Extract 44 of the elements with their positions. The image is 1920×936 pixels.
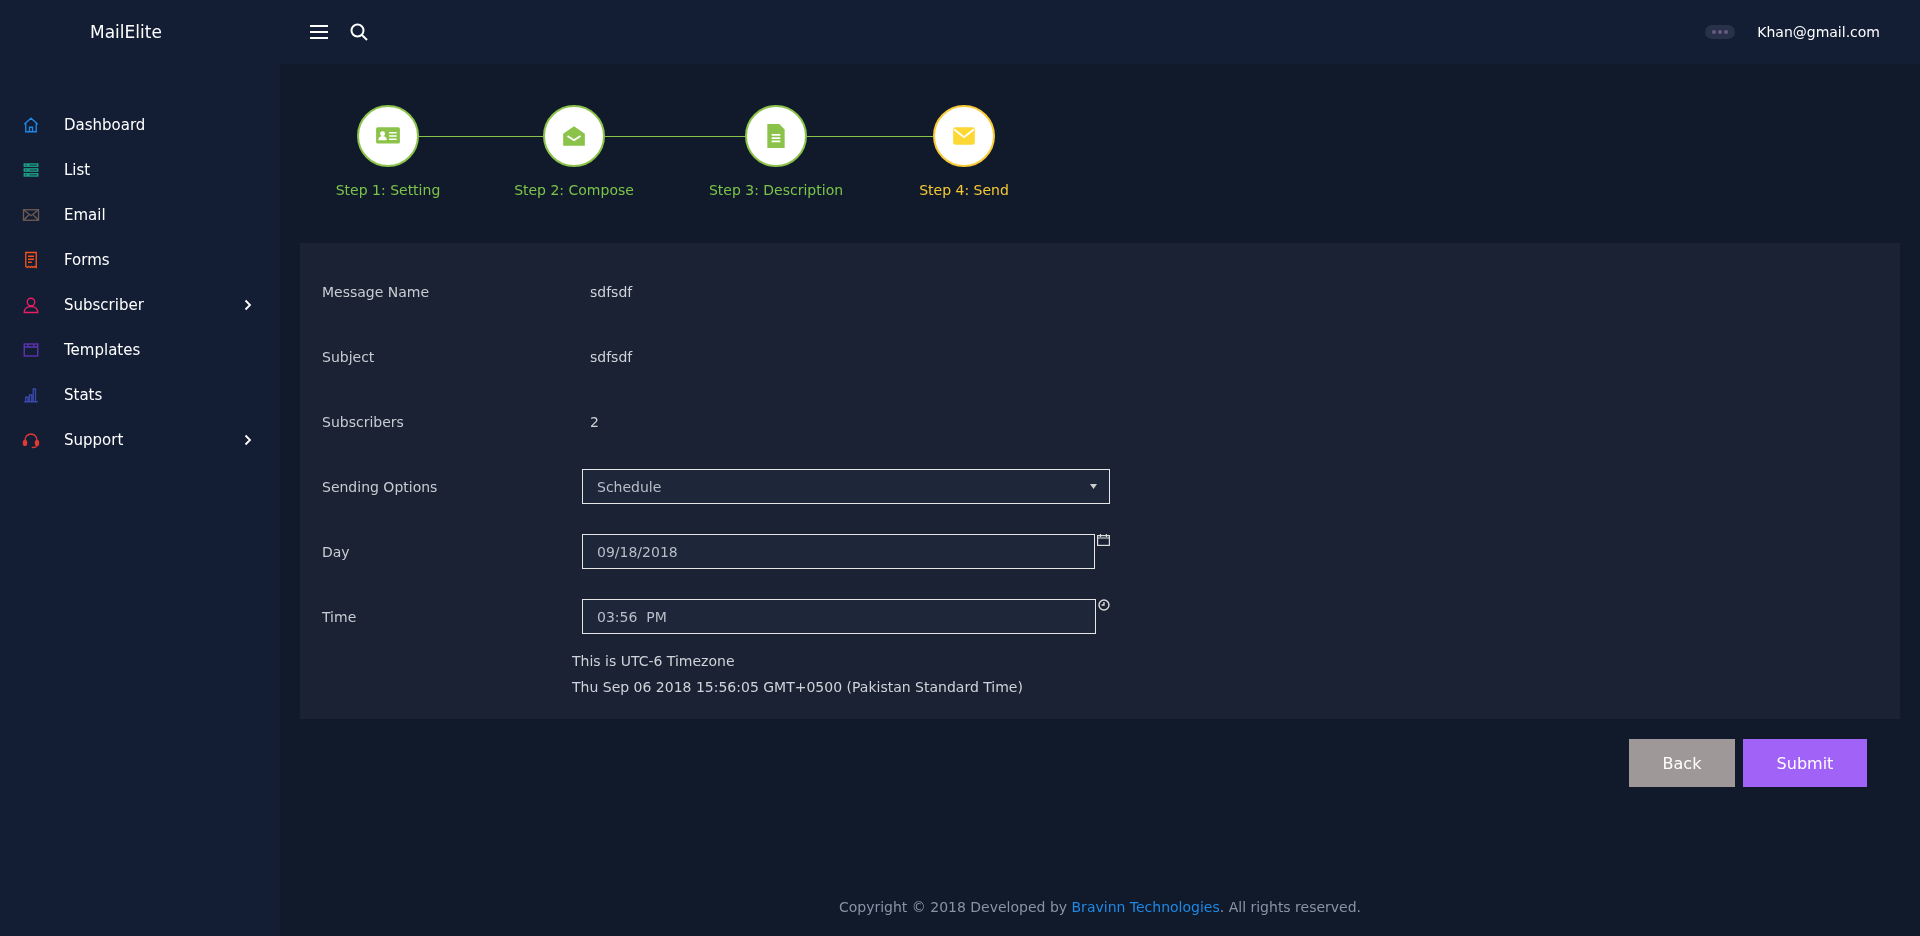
avatar-icon[interactable] — [1705, 25, 1736, 39]
sidebar-item[interactable]: Email — [0, 192, 280, 237]
field-label: Subscribers — [322, 413, 405, 430]
step-label: Step 3: Description — [708, 182, 844, 198]
window-icon — [22, 340, 40, 359]
timezone-note: This is UTC-6 Timezone — [572, 653, 736, 669]
sidebar-item[interactable]: Forms — [0, 237, 280, 282]
step-label: Step 4: Send — [919, 182, 1009, 198]
time-input[interactable]: 03:56 PM — [582, 599, 1097, 634]
field-label: Sending Options — [322, 478, 439, 495]
sidebar-item[interactable]: Stats — [0, 372, 280, 417]
company-link[interactable]: Bravinn Technologies — [1071, 899, 1220, 915]
field-label: Time — [322, 608, 358, 625]
sending-options-select[interactable]: Schedule — [582, 469, 1110, 504]
sidebar-item[interactable]: Support — [0, 417, 280, 462]
field-value: 2 — [590, 413, 600, 430]
user-icon — [22, 295, 40, 314]
field-value: sdfsdf — [590, 348, 634, 365]
copyright-text: Copyright © 2018 Developed by Bravinn Technologies. All rights reserved. — [838, 899, 1362, 915]
user-email[interactable]: Khan@gmail.com — [1757, 24, 1880, 40]
field-value: sdfsdf — [590, 283, 634, 300]
search-icon[interactable] — [350, 23, 368, 41]
timezone-note: Thu Sep 06 2018 15:56:05 GMT+0500 (Pakistan Standard Time) — [572, 679, 1024, 695]
field-label: Subject — [322, 348, 376, 365]
submit-button[interactable]: Submit — [1743, 739, 1867, 787]
calendar-icon[interactable] — [1097, 534, 1110, 546]
field-label: Message Name — [322, 283, 431, 300]
step-label: Step 1: Setting — [335, 182, 441, 198]
sidebar-item[interactable]: List — [0, 147, 280, 192]
field-label: Day — [322, 543, 351, 560]
menu-icon[interactable] — [310, 25, 328, 39]
list-icon — [22, 160, 40, 179]
form-icon — [22, 250, 40, 269]
sidebar-item[interactable]: Dashboard — [0, 102, 280, 147]
step-label: Step 2: Compose — [514, 182, 634, 198]
headset-icon — [22, 430, 40, 449]
stats-icon — [22, 385, 40, 404]
brand-name: MailElite — [90, 22, 162, 42]
home-icon — [22, 115, 40, 134]
sidebar-item[interactable]: Subscriber — [0, 282, 280, 327]
sidebar-item[interactable]: Templates — [0, 327, 280, 372]
clock-icon[interactable] — [1098, 599, 1110, 611]
dropdown-caret-icon — [1090, 484, 1097, 489]
date-input[interactable]: 09/18/2018 — [582, 534, 1096, 569]
